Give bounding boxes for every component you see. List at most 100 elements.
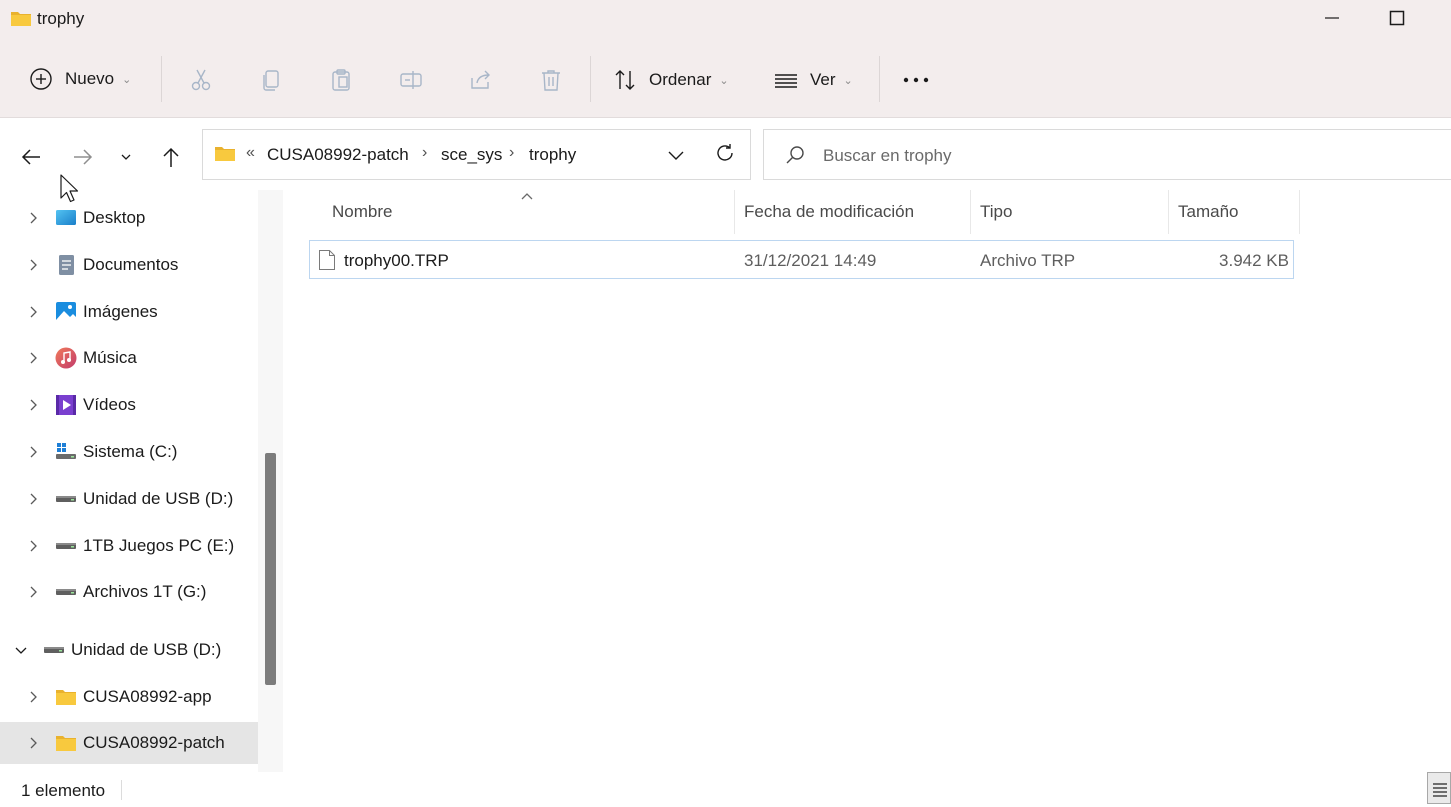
delete-icon[interactable] xyxy=(539,68,563,97)
column-header-name[interactable]: Nombre xyxy=(332,202,392,222)
sidebar-item[interactable]: Desktop xyxy=(0,197,258,239)
chevron-right-icon[interactable] xyxy=(26,211,40,225)
file-size: 3.942 KB xyxy=(1219,251,1289,270)
column-divider[interactable] xyxy=(970,190,971,234)
sidebar-item[interactable]: Archivos 1T (G:) xyxy=(0,571,258,613)
share-icon[interactable] xyxy=(469,68,493,97)
overflow-chevron[interactable]: « xyxy=(246,144,255,162)
chevron-down-icon: ⌄ xyxy=(843,74,853,87)
breadcrumb-item[interactable]: sce_sys xyxy=(441,145,502,165)
file-modified: 31/12/2021 14:49 xyxy=(744,251,877,270)
chevron-right-icon[interactable] xyxy=(26,258,40,272)
search-icon xyxy=(784,144,806,171)
rename-icon[interactable] xyxy=(399,68,423,97)
chevron-right-icon[interactable] xyxy=(26,539,40,553)
command-bar: Nuevo ⌄ Ordenar ⌄ Ver ⌄ xyxy=(0,40,1451,118)
system-drive-icon xyxy=(55,441,77,463)
address-bar[interactable]: « CUSA08992-patch › sce_sys › trophy xyxy=(202,129,751,180)
chevron-right-icon[interactable] xyxy=(26,351,40,365)
item-count: 1 elemento xyxy=(21,781,106,800)
folder-icon xyxy=(55,686,77,708)
column-header-type[interactable]: Tipo xyxy=(980,202,1012,222)
breadcrumb-item[interactable]: CUSA08992-patch xyxy=(267,145,409,165)
search-box[interactable]: Buscar en trophy xyxy=(763,129,1451,180)
chevron-right-icon[interactable] xyxy=(26,736,40,750)
divider xyxy=(590,56,591,102)
folder-icon xyxy=(214,144,236,167)
window-title: trophy xyxy=(37,9,85,28)
navigation-pane: Desktop Documentos Imágenes Música Vídeos Sis… xyxy=(0,190,284,772)
scrollbar-thumb[interactable] xyxy=(265,453,276,685)
drive-icon xyxy=(55,581,77,603)
search-input[interactable]: Buscar en trophy xyxy=(823,146,952,166)
chevron-right-icon[interactable] xyxy=(26,690,40,704)
chevron-down-icon[interactable] xyxy=(14,643,28,657)
breadcrumb-separator[interactable]: › xyxy=(509,144,514,162)
sidebar-item-label: Documentos xyxy=(83,255,179,274)
sidebar-item[interactable]: 1TB Juegos PC (E:) xyxy=(0,525,258,567)
mouse-cursor-icon xyxy=(60,174,80,209)
cut-icon[interactable] xyxy=(189,68,213,97)
view-label: Ver xyxy=(810,70,836,89)
back-arrow-icon[interactable] xyxy=(16,142,46,172)
recent-locations-chevron-icon[interactable] xyxy=(111,142,141,172)
sort-button[interactable]: Ordenar ⌄ xyxy=(613,68,729,92)
chevron-right-icon[interactable] xyxy=(26,492,40,506)
chevron-right-icon[interactable] xyxy=(26,305,40,319)
sidebar-item-label: Música xyxy=(83,348,137,367)
details-view-icon xyxy=(1432,781,1448,802)
desktop-icon xyxy=(55,207,77,229)
sidebar-item[interactable]: Vídeos xyxy=(0,384,258,426)
chevron-down-icon[interactable] xyxy=(667,146,685,169)
breadcrumb-separator[interactable]: › xyxy=(422,144,427,162)
sidebar-item[interactable]: Música xyxy=(0,337,258,379)
sidebar-item[interactable]: Sistema (C:) xyxy=(0,431,258,473)
drive-icon xyxy=(43,639,65,661)
status-bar: 1 elemento xyxy=(0,772,1451,807)
sidebar-item-label: Unidad de USB (D:) xyxy=(71,640,222,659)
sidebar-item[interactable]: Unidad de USB (D:) xyxy=(0,478,258,520)
details-view-button[interactable] xyxy=(1427,772,1451,804)
sidebar-item[interactable]: Documentos xyxy=(0,244,258,286)
paste-icon[interactable] xyxy=(329,68,353,97)
column-divider[interactable] xyxy=(1168,190,1169,234)
sort-ascending-icon xyxy=(521,188,533,204)
music-icon xyxy=(55,347,77,369)
column-header-size[interactable]: Tamaño xyxy=(1178,202,1238,222)
table-row[interactable]: trophy00.TRP 31/12/2021 14:49 Archivo TR… xyxy=(309,240,1294,279)
title-bar: trophy xyxy=(0,0,1451,40)
breadcrumb-item[interactable]: trophy xyxy=(529,145,576,165)
column-divider[interactable] xyxy=(734,190,735,234)
drive-icon xyxy=(55,535,77,557)
forward-arrow-icon[interactable] xyxy=(68,142,98,172)
refresh-icon[interactable] xyxy=(714,142,736,169)
chevron-right-icon[interactable] xyxy=(26,585,40,599)
chevron-right-icon[interactable] xyxy=(26,445,40,459)
sort-label: Ordenar xyxy=(649,70,712,89)
maximize-icon[interactable] xyxy=(1387,8,1407,28)
file-type: Archivo TRP xyxy=(980,251,1076,270)
navigation-bar: « CUSA08992-patch › sce_sys › trophy Bus… xyxy=(0,118,1451,190)
new-button[interactable]: Nuevo ⌄ xyxy=(29,67,131,91)
sidebar-item[interactable]: CUSA08992-app xyxy=(0,676,258,718)
more-options-icon[interactable] xyxy=(903,70,929,95)
file-name: trophy00.TRP xyxy=(344,251,449,270)
sidebar-item[interactable]: Imágenes xyxy=(0,291,258,333)
sidebar-item-label: Desktop xyxy=(83,208,146,227)
drive-icon xyxy=(55,488,77,510)
minimize-icon[interactable] xyxy=(1322,8,1342,28)
chevron-down-icon: ⌄ xyxy=(122,73,132,86)
sidebar-item-label: Unidad de USB (D:) xyxy=(83,489,234,508)
chevron-right-icon[interactable] xyxy=(26,398,40,412)
up-arrow-icon[interactable] xyxy=(156,142,186,172)
copy-icon[interactable] xyxy=(259,68,283,97)
column-divider[interactable] xyxy=(1299,190,1300,234)
view-button[interactable]: Ver ⌄ xyxy=(774,68,853,92)
sidebar-item[interactable]: Unidad de USB (D:) xyxy=(0,629,258,671)
divider xyxy=(121,780,122,800)
column-header-modified[interactable]: Fecha de modificación xyxy=(744,202,914,222)
videos-icon xyxy=(55,394,77,416)
divider xyxy=(161,56,162,102)
folder-icon xyxy=(55,732,77,754)
sidebar-item[interactable]: CUSA08992-patch xyxy=(0,722,258,764)
